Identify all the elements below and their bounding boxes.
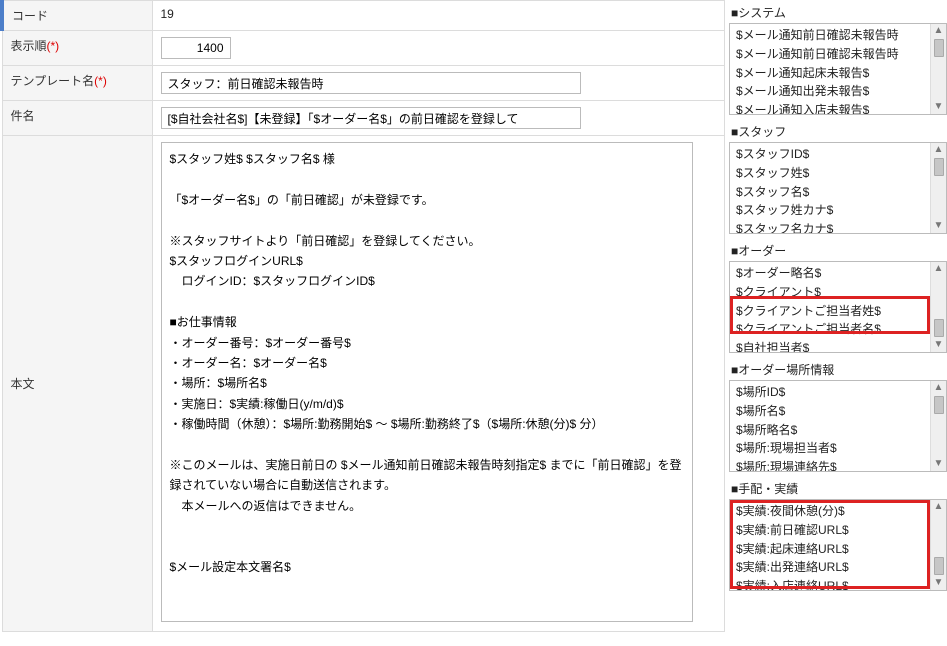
scroll-thumb[interactable]	[934, 396, 944, 414]
variable-list: $実績:夜間休憩(分)$$実績:前日確認URL$$実績:起床連絡URL$$実績:…	[730, 500, 930, 590]
subject-label: 件名	[2, 101, 152, 136]
section-title: ■手配・実績	[729, 476, 947, 499]
scroll-track[interactable]	[934, 157, 944, 219]
variable-item[interactable]: $メール通知出発未報告$	[730, 82, 930, 101]
scroll-track[interactable]	[934, 395, 944, 457]
body-label: 本文	[2, 136, 152, 632]
variable-item[interactable]: $場所:現場連絡先$	[730, 458, 930, 471]
variable-item[interactable]: $場所略名$	[730, 421, 930, 440]
body-textarea[interactable]	[161, 142, 693, 622]
variable-list: $オーダー略名$$クライアント$$クライアントご担当者姓$$クライアントご担当者…	[730, 262, 930, 352]
scrollbar[interactable]: ▲▼	[930, 381, 946, 471]
scroll-up-icon[interactable]: ▲	[934, 24, 944, 38]
variable-item[interactable]: $メール通知起床未報告$	[730, 64, 930, 83]
variable-item[interactable]: $クライアント$	[730, 283, 930, 302]
variable-listbox[interactable]: $スタッフID$$スタッフ姓$$スタッフ名$$スタッフ姓カナ$$スタッフ名カナ$…	[729, 142, 947, 234]
section-title: ■オーダー	[729, 238, 947, 261]
display-order-input[interactable]	[161, 37, 231, 59]
display-order-label: 表示順(*)	[2, 31, 152, 66]
template-name-input[interactable]	[161, 72, 581, 94]
variable-item[interactable]: $自社担当者$	[730, 339, 930, 352]
subject-input[interactable]	[161, 107, 581, 129]
variable-item[interactable]: $クライアントご担当者名$	[730, 320, 930, 339]
scroll-track[interactable]	[934, 276, 944, 338]
variable-item[interactable]: $スタッフ姓カナ$	[730, 201, 930, 220]
variable-item[interactable]: $メール通知前日確認未報告時	[730, 26, 930, 45]
variable-item[interactable]: $クライアントご担当者姓$	[730, 302, 930, 321]
form-table: コード 19 表示順(*) テンプレート名(*) 件名	[0, 0, 725, 632]
scroll-track[interactable]	[934, 38, 944, 100]
scroll-up-icon[interactable]: ▲	[934, 381, 944, 395]
variable-item[interactable]: $メール通知前日確認未報告時	[730, 45, 930, 64]
scroll-down-icon[interactable]: ▼	[934, 338, 944, 352]
scroll-thumb[interactable]	[934, 319, 944, 337]
variable-item[interactable]: $場所ID$	[730, 383, 930, 402]
scroll-down-icon[interactable]: ▼	[934, 100, 944, 114]
scroll-up-icon[interactable]: ▲	[934, 262, 944, 276]
scroll-down-icon[interactable]: ▼	[934, 457, 944, 471]
variable-item[interactable]: $スタッフ名$	[730, 183, 930, 202]
variable-listbox[interactable]: $メール通知前日確認未報告時$メール通知前日確認未報告時$メール通知起床未報告$…	[729, 23, 947, 115]
code-value: 19	[152, 1, 725, 31]
variable-item[interactable]: $場所名$	[730, 402, 930, 421]
section-title: ■スタッフ	[729, 119, 947, 142]
variable-listbox[interactable]: $オーダー略名$$クライアント$$クライアントご担当者姓$$クライアントご担当者…	[729, 261, 947, 353]
variable-item[interactable]: $スタッフ姓$	[730, 164, 930, 183]
variable-item[interactable]: $場所:現場担当者$	[730, 439, 930, 458]
scroll-thumb[interactable]	[934, 557, 944, 575]
scroll-down-icon[interactable]: ▼	[934, 576, 944, 590]
scroll-thumb[interactable]	[934, 39, 944, 57]
scrollbar[interactable]: ▲▼	[930, 24, 946, 114]
variable-item[interactable]: $メール通知入店未報告$	[730, 101, 930, 114]
variable-item[interactable]: $実績:夜間休憩(分)$	[730, 502, 930, 521]
variable-listbox[interactable]: $場所ID$$場所名$$場所略名$$場所:現場担当者$$場所:現場連絡先$▲▼	[729, 380, 947, 472]
scroll-down-icon[interactable]: ▼	[934, 219, 944, 233]
variable-item[interactable]: $実績:出発連絡URL$	[730, 558, 930, 577]
scroll-up-icon[interactable]: ▲	[934, 500, 944, 514]
variable-item[interactable]: $実績:入店連絡URL$	[730, 577, 930, 590]
section-title: ■システム	[729, 0, 947, 23]
section-title: ■オーダー場所情報	[729, 357, 947, 380]
variable-item[interactable]: $実績:起床連絡URL$	[730, 540, 930, 559]
required-marker: (*)	[47, 39, 60, 53]
scroll-track[interactable]	[934, 514, 944, 576]
variable-item[interactable]: $実績:前日確認URL$	[730, 521, 930, 540]
variable-item[interactable]: $オーダー略名$	[730, 264, 930, 283]
variable-list: $場所ID$$場所名$$場所略名$$場所:現場担当者$$場所:現場連絡先$	[730, 381, 930, 471]
scrollbar[interactable]: ▲▼	[930, 143, 946, 233]
scrollbar[interactable]: ▲▼	[930, 262, 946, 352]
variable-item[interactable]: $スタッフID$	[730, 145, 930, 164]
scrollbar[interactable]: ▲▼	[930, 500, 946, 590]
variable-panel: ■システム$メール通知前日確認未報告時$メール通知前日確認未報告時$メール通知起…	[725, 0, 947, 632]
variable-list: $スタッフID$$スタッフ姓$$スタッフ名$$スタッフ姓カナ$$スタッフ名カナ$	[730, 143, 930, 233]
required-marker: (*)	[94, 74, 107, 88]
scroll-up-icon[interactable]: ▲	[934, 143, 944, 157]
code-label: コード	[2, 1, 152, 31]
scroll-thumb[interactable]	[934, 158, 944, 176]
template-name-label: テンプレート名(*)	[2, 66, 152, 101]
variable-listbox[interactable]: $実績:夜間休憩(分)$$実績:前日確認URL$$実績:起床連絡URL$$実績:…	[729, 499, 947, 591]
variable-item[interactable]: $スタッフ名カナ$	[730, 220, 930, 233]
variable-list: $メール通知前日確認未報告時$メール通知前日確認未報告時$メール通知起床未報告$…	[730, 24, 930, 114]
